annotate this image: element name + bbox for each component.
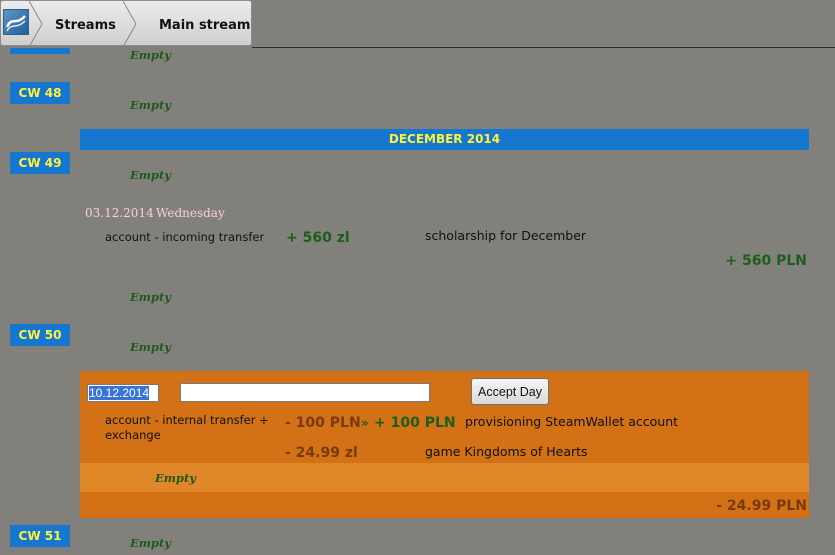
day-total: - 24.99 PLN (716, 498, 807, 514)
empty-day-label: Empty (130, 536, 171, 550)
transaction-description: game Kingdoms of Hearts (425, 444, 588, 459)
empty-day-label: Empty (130, 48, 171, 62)
transaction-description: scholarship for December (425, 228, 587, 243)
transaction-amount: - 24.99 zl (285, 445, 358, 461)
empty-day-label: Empty (130, 290, 171, 304)
transaction-type-cont: exchange (105, 428, 161, 442)
transfer-arrow-icon: » (361, 416, 369, 430)
note-input[interactable] (180, 383, 430, 402)
day-weekday: Wednesday (156, 206, 225, 220)
empty-day-label: Empty (130, 340, 171, 354)
month-header: DECEMBER 2014 (80, 129, 809, 150)
week-badge-cw48: CW 48 (10, 82, 70, 104)
breadcrumb-chevron-icon (123, 1, 137, 47)
week-badge-cw50: CW 50 (10, 324, 70, 346)
transaction-amount-out: - 100 PLN (285, 415, 361, 431)
day-date: 03.12.2014 (85, 206, 154, 220)
transaction-amount-in: + 100 PLN (374, 415, 456, 431)
breadcrumb: Streams Main stream (0, 0, 252, 47)
week-badge-partial (10, 48, 70, 54)
app-logo-icon[interactable] (3, 9, 29, 35)
transaction-type: account - internal transfer + (105, 413, 269, 427)
week-badge-cw49: CW 49 (10, 152, 70, 174)
breadcrumb-item-streams[interactable]: Streams (55, 18, 116, 33)
empty-day-label: Empty (130, 168, 171, 182)
transaction-type: account - incoming transfer (105, 230, 265, 244)
week-badge-cw51: CW 51 (10, 525, 70, 547)
breadcrumb-chevron-icon (29, 1, 43, 47)
empty-day-label: Empty (130, 98, 171, 112)
day-total: + 560 PLN (725, 253, 807, 269)
date-input[interactable]: 10.12.2014 (87, 384, 159, 402)
current-day-panel: 10.12.2014 Accept Day account - internal… (80, 371, 809, 518)
accept-day-button[interactable]: Accept Day (471, 378, 549, 405)
empty-day-label: Empty (155, 471, 196, 485)
breadcrumb-item-main-stream[interactable]: Main stream (159, 18, 250, 33)
transaction-description: provisioning SteamWallet account (465, 414, 679, 429)
header-divider (252, 47, 835, 48)
transaction-amount: + 560 zl (286, 230, 350, 246)
